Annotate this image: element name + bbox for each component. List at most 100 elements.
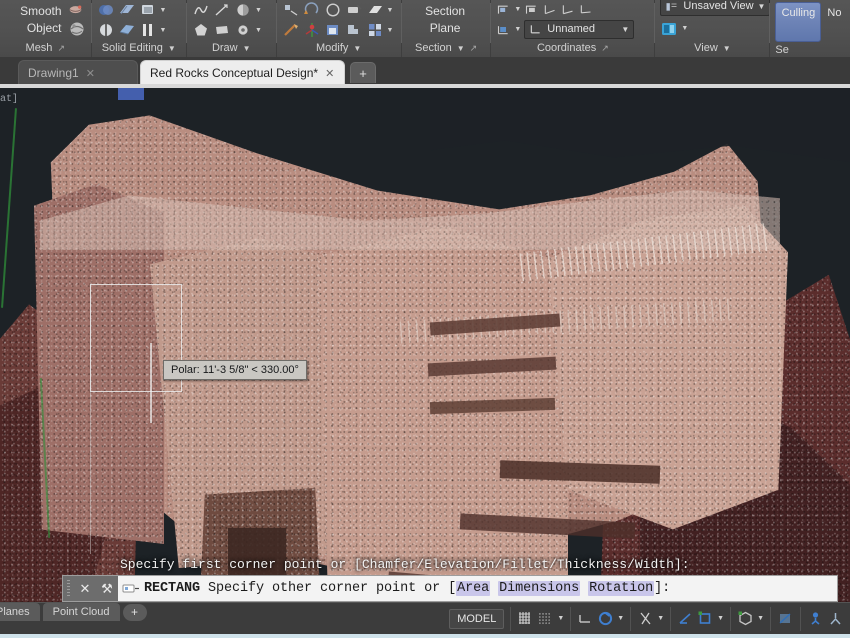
model-space-toggle[interactable]: MODEL: [449, 608, 505, 629]
isometric-draft-icon[interactable]: [637, 610, 654, 627]
ucs-origin-icon[interactable]: [496, 22, 511, 37]
command-keyword-area[interactable]: Area: [456, 581, 491, 596]
ucs-name-combo[interactable]: Unnamed ▼: [524, 19, 635, 39]
solid-separate-icon[interactable]: [118, 21, 136, 39]
ucs-view-icon[interactable]: [578, 2, 593, 17]
solid-union-icon[interactable]: [97, 1, 115, 19]
modify-circle-icon[interactable]: [324, 1, 342, 19]
ribbon-panel-title-coordinates[interactable]: Coordinates ↗: [494, 40, 651, 57]
wrench-icon[interactable]: ⚒: [96, 576, 118, 601]
command-line-input-bar[interactable]: ✕ ⚒ RECTANG Specify other corner point o…: [62, 575, 838, 602]
new-tab-button[interactable]: +: [350, 62, 376, 83]
command-line-text[interactable]: RECTANG Specify other corner point or [A…: [144, 581, 837, 596]
mesh-smooth-more-icon[interactable]: [68, 3, 83, 18]
modify-scale-icon[interactable]: [345, 21, 363, 39]
chevron-down-icon[interactable]: ▼: [621, 25, 631, 34]
new-layout-button[interactable]: +: [122, 603, 147, 621]
modify-overflow-caret[interactable]: ▼: [387, 7, 394, 14]
ribbon-panel-title-mesh[interactable]: Mesh ↗: [3, 40, 88, 57]
modify-rotate-icon[interactable]: [303, 1, 321, 19]
close-icon[interactable]: ✕: [86, 67, 95, 80]
view-name-combo[interactable]: Unsaved View ▼: [660, 0, 771, 16]
ucs-world-caret[interactable]: ▼: [514, 6, 521, 13]
solid-subtract-icon[interactable]: [118, 1, 136, 19]
chevron-down-icon[interactable]: ▼: [758, 2, 768, 11]
draw-circle-icon[interactable]: [234, 1, 252, 19]
ucs-origin-caret[interactable]: ▼: [514, 26, 521, 33]
osnap3d-dropdown-caret[interactable]: ▼: [757, 615, 764, 622]
ribbon-panel-title-solid-editing[interactable]: Solid Editing ▼: [95, 40, 183, 57]
section-plane-label-line2[interactable]: Plane: [430, 21, 463, 36]
solid-shell-icon[interactable]: [139, 21, 157, 39]
modify-grid-array-icon[interactable]: [366, 21, 384, 39]
modify-extrude-icon[interactable]: [366, 1, 384, 19]
command-keyword-dimensions[interactable]: Dimensions: [498, 581, 581, 596]
object-snap-tracking-icon[interactable]: [677, 610, 694, 627]
culling-toggle-button[interactable]: Culling: [775, 2, 822, 42]
object-snap-icon[interactable]: [697, 610, 714, 627]
snap-dropdown-caret[interactable]: ▼: [557, 615, 564, 622]
draw-dropdown-caret[interactable]: ▼: [255, 27, 262, 34]
command-keyword-rotation[interactable]: Rotation: [588, 581, 655, 596]
modify-dropdown-caret[interactable]: ▼: [387, 27, 394, 34]
drawing-canvas[interactable]: at] Polar: 11'-3 5/8" < 330.00°: [0, 88, 850, 602]
layout-tab-point-cloud[interactable]: Point Cloud: [42, 603, 120, 621]
section-plane-label-line1[interactable]: Section: [425, 4, 467, 19]
ucs-previous-icon[interactable]: [524, 2, 539, 17]
file-tab-drawing1[interactable]: Drawing1 ✕: [18, 60, 138, 85]
object-snap-3d-icon[interactable]: [737, 610, 754, 627]
dialog-launcher-icon[interactable]: ↗: [57, 40, 65, 57]
modify-3dalign-icon[interactable]: [303, 21, 321, 39]
snap-mode-icon[interactable]: [537, 610, 554, 627]
canvas-corner-text: at]: [0, 94, 19, 105]
chevron-down-icon[interactable]: ▼: [457, 40, 465, 57]
lineweight-icon[interactable]: [827, 610, 844, 627]
solid-editing-overflow-caret[interactable]: ▼: [160, 7, 167, 14]
modify-trim-icon[interactable]: [345, 1, 363, 19]
ribbon-panel-title-section[interactable]: Section ▼ ↗: [405, 40, 488, 57]
view-icon: [664, 0, 679, 14]
ucs-face-icon[interactable]: [542, 2, 557, 17]
chevron-down-icon[interactable]: ▼: [243, 40, 251, 57]
modify-gizmo-icon[interactable]: [282, 21, 300, 39]
draw-polyline-icon[interactable]: [192, 1, 210, 19]
solid-intersect-icon[interactable]: [139, 1, 157, 19]
dialog-launcher-icon[interactable]: ↗: [601, 40, 609, 57]
view-manager-caret[interactable]: ▼: [681, 25, 688, 32]
ribbon-panel-title-draw[interactable]: Draw ▼: [190, 40, 273, 57]
draw-polygon-icon[interactable]: [192, 21, 210, 39]
layout-tab-planes[interactable]: Planes: [0, 603, 40, 621]
file-tab-red-rocks-conceptual-design[interactable]: Red Rocks Conceptual Design* ✕: [140, 60, 345, 85]
polar-tracking-icon[interactable]: [597, 610, 614, 627]
isometric-dropdown-caret[interactable]: ▼: [657, 615, 664, 622]
close-icon[interactable]: ✕: [325, 67, 334, 80]
close-icon[interactable]: ✕: [74, 576, 96, 601]
dialog-launcher-icon[interactable]: ↗: [470, 40, 478, 57]
draw-overflow-caret[interactable]: ▼: [255, 7, 262, 14]
modify-array-icon[interactable]: [324, 21, 342, 39]
modify-move-icon[interactable]: [282, 1, 300, 19]
osnap-dropdown-caret[interactable]: ▼: [717, 615, 724, 622]
view-manager-icon[interactable]: [660, 20, 678, 38]
ribbon-panel-title-view[interactable]: View ▼: [658, 40, 766, 57]
chevron-down-icon[interactable]: ▼: [723, 40, 731, 57]
draw-arc-icon[interactable]: [234, 21, 252, 39]
polar-dropdown-caret[interactable]: ▼: [617, 615, 624, 622]
culling-state-label[interactable]: No: [827, 2, 841, 19]
solid-slice-icon[interactable]: [97, 21, 115, 39]
ucs-world-icon[interactable]: [496, 2, 511, 17]
grid-display-icon[interactable]: [517, 610, 534, 627]
command-line-drag-handle[interactable]: [63, 576, 74, 601]
ucs-object-icon[interactable]: [560, 2, 575, 17]
dynamic-ucs-icon[interactable]: [777, 610, 794, 627]
chevron-down-icon[interactable]: ▼: [353, 40, 361, 57]
dynamic-input-icon[interactable]: [807, 610, 824, 627]
solid-editing-dropdown-caret[interactable]: ▼: [160, 27, 167, 34]
mesh-smooth-object-icon[interactable]: [68, 20, 86, 38]
draw-line-icon[interactable]: [213, 1, 231, 19]
chevron-down-icon[interactable]: ▼: [168, 40, 176, 57]
ribbon-panel-title-modify[interactable]: Modify ▼: [280, 40, 398, 57]
draw-rectangle-icon[interactable]: [213, 21, 231, 39]
ortho-mode-icon[interactable]: [577, 610, 594, 627]
command-prompt-suffix: ]:: [654, 581, 671, 596]
